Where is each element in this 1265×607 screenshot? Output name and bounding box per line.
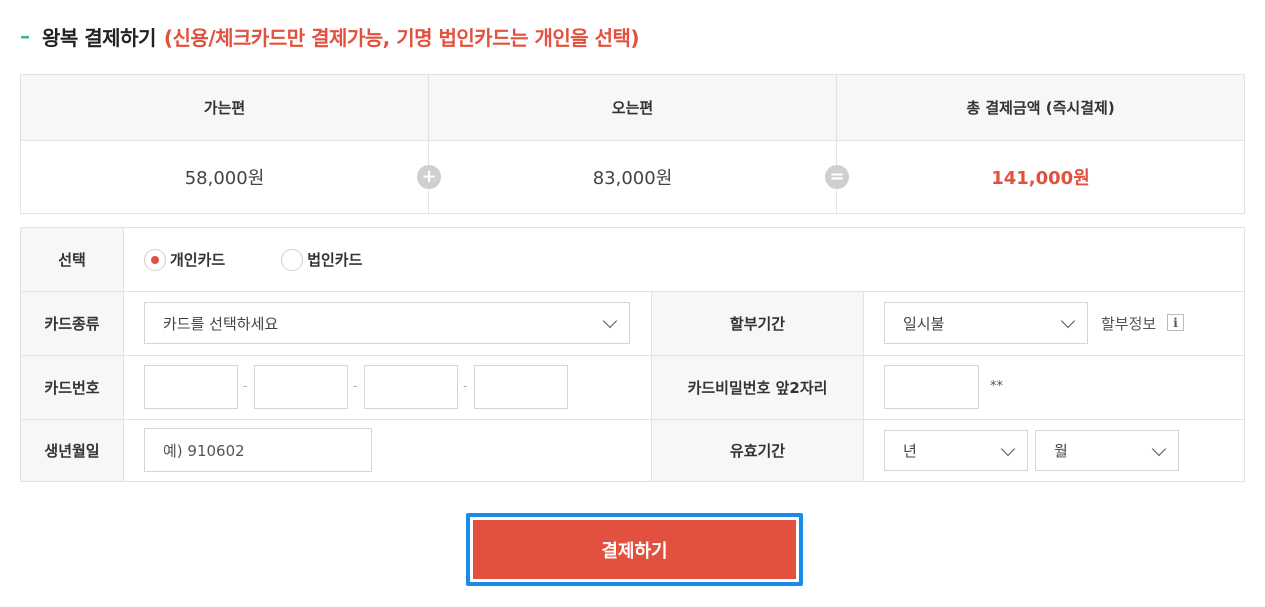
chevron-down-icon [1000, 441, 1016, 456]
birth-cell: 예) 910602 [124, 420, 651, 481]
inbound-header: 오는편 [428, 75, 836, 140]
card-type-cell: 카드를 선택하세요 [124, 292, 651, 355]
payment-note: (신용/체크카드만 결제가능, 기명 법인카드는 개인을 선택) [163, 25, 640, 50]
summary-amount-row: 58,000원 + 83,000원 = 141,000원 [21, 141, 1244, 213]
card-number-separator: - [243, 379, 248, 393]
radio-checked-icon [144, 248, 166, 271]
card-payment-form: 선택 개인카드 법인카드 카드종류 카드를 선택하세요 할부기간 일시불 할부정… [20, 227, 1245, 482]
section-title: – 왕복 결제하기 (신용/체크카드만 결제가능, 기명 법인카드는 개인을 선… [20, 20, 640, 52]
expiry-label: 유효기간 [651, 420, 864, 481]
outbound-amount-value: 58,000원 [184, 168, 265, 189]
card-password-input[interactable] [884, 365, 979, 409]
card-password-label: 카드비밀번호 앞2자리 [651, 356, 864, 419]
birth-date-input[interactable]: 예) 910602 [144, 428, 372, 472]
card-number-cell: - - - [124, 356, 651, 419]
card-number-row: 카드번호 - - - 카드비밀번호 앞2자리 ** [21, 355, 1244, 419]
birth-label: 생년월일 [21, 420, 124, 481]
radio-label-corporate: 법인카드 [307, 251, 363, 269]
card-number-separator: - [353, 379, 358, 393]
card-type-select[interactable]: 카드를 선택하세요 [144, 302, 630, 344]
outbound-header: 가는편 [203, 99, 246, 117]
page-title: 왕복 결제하기 [42, 25, 156, 50]
expiry-cell: 년 월 [864, 420, 1244, 481]
chevron-down-icon [1060, 313, 1076, 329]
installment-cell: 일시불 할부정보 i [864, 292, 1244, 355]
equals-icon: = [825, 165, 849, 189]
chevron-down-icon [602, 313, 618, 329]
birth-date-placeholder: 예) 910602 [163, 441, 245, 460]
card-number-label: 카드번호 [21, 356, 124, 419]
radio-corporate-card[interactable]: 법인카드 [281, 248, 363, 271]
installment-info-link[interactable]: 할부정보 [1101, 313, 1156, 334]
radio-personal-card[interactable]: 개인카드 [144, 248, 226, 271]
card-type-row: 카드종류 카드를 선택하세요 할부기간 일시불 할부정보 i [21, 291, 1244, 355]
card-number-input-4[interactable] [474, 365, 568, 409]
plus-icon: + [417, 165, 441, 189]
summary-header-row: 가는편 오는편 총 결제금액 (즉시결제) [21, 75, 1244, 141]
inbound-amount-value: 83,000원 [592, 168, 673, 189]
outbound-amount: 58,000원 [21, 141, 428, 213]
radio-label-personal: 개인카드 [170, 251, 226, 269]
inbound-amount: + 83,000원 [417, 141, 836, 213]
card-owner-options: 개인카드 법인카드 [124, 228, 1244, 291]
select-label: 선택 [21, 228, 124, 291]
chevron-down-icon [1151, 441, 1167, 456]
card-password-cell: ** [864, 356, 1244, 419]
card-type-placeholder: 카드를 선택하세요 [163, 314, 279, 333]
expiry-month-select[interactable]: 월 [1035, 430, 1179, 471]
card-number-input-2[interactable] [254, 365, 348, 409]
pay-button-focus-ring: 결제하기 [466, 513, 803, 586]
radio-unchecked-icon [281, 248, 304, 271]
expiry-month-value: 월 [1054, 442, 1068, 460]
card-password-suffix: ** [990, 379, 1003, 394]
pay-button[interactable]: 결제하기 [473, 520, 796, 579]
payment-summary-table: 가는편 오는편 총 결제금액 (즉시결제) 58,000원 + 83,000원 … [20, 74, 1245, 214]
title-dash-icon: – [20, 24, 30, 48]
total-amount-value: 141,000원 [991, 168, 1090, 189]
installment-value: 일시불 [903, 314, 945, 333]
expiry-year-value: 년 [903, 442, 917, 460]
card-number-input-1[interactable] [144, 365, 238, 409]
expiry-year-select[interactable]: 년 [884, 430, 1028, 471]
info-icon[interactable]: i [1167, 314, 1184, 331]
card-type-label: 카드종류 [21, 292, 124, 355]
total-amount: = 141,000원 [825, 141, 1244, 213]
installment-label: 할부기간 [651, 292, 864, 355]
birth-expiry-row: 생년월일 예) 910602 유효기간 년 월 [21, 419, 1244, 481]
card-owner-row: 선택 개인카드 법인카드 [21, 228, 1244, 291]
card-number-input-3[interactable] [364, 365, 458, 409]
card-number-separator: - [463, 379, 468, 393]
installment-select[interactable]: 일시불 [884, 302, 1088, 344]
total-header: 총 결제금액 (즉시결제) [836, 75, 1244, 140]
